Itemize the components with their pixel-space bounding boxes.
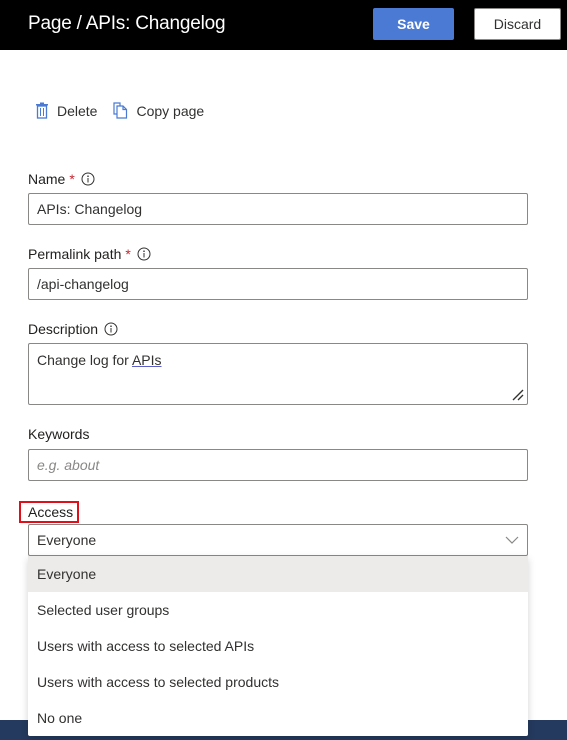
permalink-label-text: Permalink path (28, 246, 122, 262)
access-option-no-one[interactable]: No one (28, 700, 528, 736)
copy-page-label: Copy page (136, 102, 205, 119)
copy-icon (113, 102, 128, 119)
required-mark: * (69, 171, 75, 187)
keywords-label-text: Keywords (28, 426, 90, 442)
access-selected-value: Everyone (37, 532, 97, 548)
permalink-label: Permalink path * (28, 246, 151, 262)
keywords-placeholder: e.g. about (37, 457, 100, 473)
info-icon[interactable] (137, 247, 151, 261)
permalink-input[interactable]: /api-changelog (28, 268, 528, 300)
access-option-everyone[interactable]: Everyone (28, 556, 528, 592)
copy-page-button[interactable]: Copy page (113, 102, 204, 119)
access-option-selected-products[interactable]: Users with access to selected products (28, 664, 528, 700)
access-select[interactable]: Everyone (28, 524, 528, 556)
name-label: Name * (28, 171, 95, 187)
name-value: APIs: Changelog (37, 201, 143, 217)
discard-button[interactable]: Discard (474, 8, 561, 40)
access-label: Access (19, 501, 79, 523)
description-textarea[interactable]: Change log for APIs (28, 343, 528, 405)
page-title: Page / APIs: Changelog (28, 13, 226, 34)
description-label-text: Description (28, 321, 99, 337)
access-option-selected-user-groups[interactable]: Selected user groups (28, 592, 528, 628)
delete-label: Delete (57, 102, 98, 119)
delete-button[interactable]: Delete (35, 102, 97, 119)
keywords-label: Keywords (28, 426, 89, 442)
description-value-underlined: APIs (131, 352, 162, 368)
chevron-down-icon (505, 536, 519, 544)
name-label-text: Name (28, 171, 66, 187)
permalink-value: /api-changelog (37, 276, 129, 292)
page-actions: Delete Copy page (35, 102, 220, 119)
header-bar: Page / APIs: Changelog Save Discard (0, 0, 567, 50)
description-value: Change log for (37, 352, 132, 368)
resize-handle-icon[interactable] (512, 389, 524, 401)
name-input[interactable]: APIs: Changelog (28, 193, 528, 225)
access-dropdown: Everyone Selected user groups Users with… (28, 556, 528, 736)
description-label: Description (28, 321, 118, 337)
info-icon[interactable] (104, 322, 118, 336)
keywords-input[interactable]: e.g. about (28, 449, 528, 481)
access-option-selected-apis[interactable]: Users with access to selected APIs (28, 628, 528, 664)
info-icon[interactable] (81, 172, 95, 186)
save-button[interactable]: Save (373, 8, 454, 40)
required-mark: * (125, 246, 131, 262)
trash-icon (36, 102, 48, 119)
